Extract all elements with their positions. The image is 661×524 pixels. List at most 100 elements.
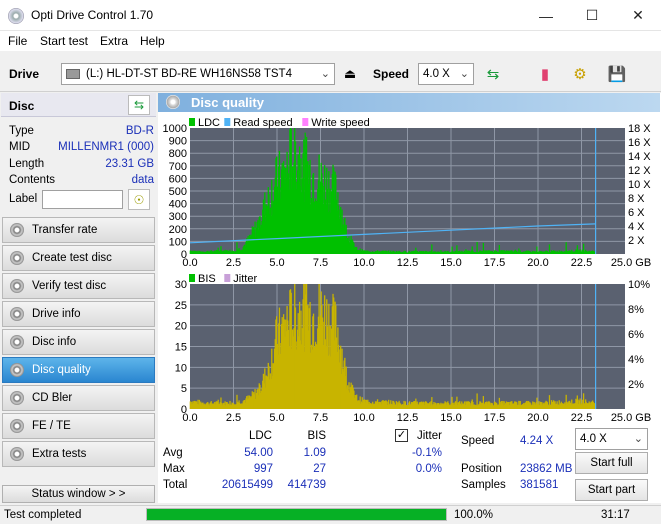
y2-tick-label: 6 X — [628, 207, 645, 219]
minimize-button[interactable]: — — [523, 0, 569, 31]
test-speed-value: 4.0 X — [580, 433, 607, 445]
y2-tick-label: 14 X — [628, 151, 651, 163]
test-speed-select[interactable]: 4.0 X ⌄ — [575, 428, 648, 450]
x-tick-label: 10.0 — [353, 412, 374, 424]
start-full-button[interactable]: Start full — [575, 452, 648, 474]
erase-button[interactable]: ▮ — [532, 61, 558, 87]
disc-label-input[interactable] — [42, 190, 123, 209]
x-tick-label: 2.5 — [226, 412, 241, 424]
disc-icon — [10, 279, 24, 293]
position-value: 23862 MB — [520, 463, 573, 475]
x-tick-label: 22.5 — [571, 412, 592, 424]
eject-button[interactable]: ⏏ — [337, 61, 363, 87]
y2-tick-label: 10 X — [628, 179, 651, 191]
settings-button[interactable]: ⚙ — [567, 61, 593, 87]
disc-icon — [10, 391, 24, 405]
x-tick-label: 15.0 — [440, 257, 461, 269]
menu-file[interactable]: File — [8, 34, 27, 48]
nav-label: Disc info — [32, 336, 77, 348]
position-label: Position — [461, 463, 502, 475]
speed-label: Speed — [373, 67, 410, 81]
speed-stat-label: Speed — [461, 435, 495, 447]
stats-max-bis: 27 — [313, 463, 326, 475]
y-tick-label: 0 — [181, 249, 187, 261]
y2-tick-label: 10% — [628, 279, 650, 291]
stats-avg-jitter: -0.1% — [411, 447, 442, 459]
nav-label: FE / TE — [32, 420, 71, 432]
eject-icon: ⏏ — [343, 66, 357, 81]
nav-create-test-disc[interactable]: Create test disc — [2, 245, 155, 271]
ldc-chart: 0.0 2.5 5.0 7.5 10.0 12.5 15.0 17.5 20.0 22.5 25.0… — [163, 117, 652, 269]
menu-extra[interactable]: Extra — [100, 34, 128, 48]
nav-drive-info[interactable]: Drive info — [2, 301, 155, 327]
x-tick-label: 22.5 — [571, 257, 592, 269]
disc-icon — [10, 363, 24, 377]
stats-max-ldc: 997 — [253, 463, 273, 475]
x-tick-label: 17.5 — [484, 257, 505, 269]
nav-extra-tests[interactable]: Extra tests — [2, 441, 155, 467]
y-tick-label: 20 — [175, 321, 187, 333]
stats-total-bis: 414739 — [287, 479, 326, 491]
nav-label: CD Bler — [32, 392, 73, 404]
x-tick-label: 10.0 — [353, 257, 374, 269]
stats-max-jitter: 0.0% — [415, 463, 442, 475]
chevron-down-icon: ⌄ — [459, 68, 469, 80]
progress-bar — [146, 508, 447, 521]
legend-swatch — [189, 118, 195, 126]
y2-tick-label: 18 X — [628, 123, 651, 135]
menu-help[interactable]: Help — [140, 34, 165, 48]
x-tick-label: 15.0 — [440, 412, 461, 424]
drive-select[interactable]: (L:) HL-DT-ST BD-RE WH16NS58 TST4 ⌄ — [61, 63, 335, 85]
speed-select[interactable]: 4.0 X ⌄ — [418, 63, 474, 85]
status-text: Test completed — [4, 509, 82, 521]
progress-text: 100.0% — [454, 509, 494, 521]
window-title: Opti Drive Control 1.70 — [31, 8, 154, 22]
nav-fe-te[interactable]: FE / TE — [2, 413, 155, 439]
disc-contents-label: Contents — [9, 174, 56, 186]
start-part-button[interactable]: Start part — [575, 479, 648, 501]
x-tick-label: 20.0 — [527, 412, 548, 424]
y-tick-label: 10 — [175, 362, 187, 374]
x-tick-label: 25.0 GB — [611, 257, 651, 269]
stats-max-label: Max — [163, 463, 185, 475]
nav-cd-bler[interactable]: CD Bler — [2, 385, 155, 411]
panel-title: Disc quality — [158, 93, 660, 112]
y-tick-label: 15 — [175, 342, 187, 354]
disc-label-button[interactable]: ☉ — [128, 189, 150, 210]
jitter-checkbox[interactable]: ✓ — [395, 429, 408, 442]
stats-avg-ldc: 54.00 — [244, 447, 273, 459]
disc-icon — [10, 419, 24, 433]
y2-tick-label: 16 X — [628, 137, 651, 149]
samples-label: Samples — [461, 479, 506, 491]
y2-tick-label: 12 X — [628, 165, 651, 177]
close-button[interactable]: ✕ — [615, 0, 661, 31]
label-edit-icon: ☉ — [133, 192, 145, 207]
nav-verify-test-disc[interactable]: Verify test disc — [2, 273, 155, 299]
disc-icon — [10, 223, 24, 237]
maximize-button[interactable]: ☐ — [569, 0, 615, 31]
y2-tick-label: 2 X — [628, 235, 645, 247]
status-window-button[interactable]: Status window > > — [2, 485, 155, 503]
nav-disc-quality[interactable]: Disc quality — [2, 357, 155, 383]
y2-tick-label: 8 X — [628, 193, 645, 205]
disc-quality-charts: 0.0 2.5 5.0 7.5 10.0 12.5 15.0 17.5 20.0 22.5 25.0… — [163, 117, 652, 424]
samples-value: 381581 — [520, 479, 559, 491]
stats-avg-label: Avg — [163, 447, 183, 459]
nav-label: Disc quality — [32, 364, 91, 376]
disc-quality-icon — [166, 95, 180, 109]
legend-label: Write speed — [311, 117, 370, 129]
disc-type-value: BD-R — [125, 125, 154, 137]
disc-refresh-button[interactable]: ⇆ — [128, 95, 150, 115]
x-tick-label: 12.5 — [397, 412, 418, 424]
chevron-down-icon: ⌄ — [633, 433, 643, 445]
x-tick-label: 7.5 — [313, 257, 328, 269]
refresh-button[interactable]: ⇆ — [480, 61, 506, 87]
nav-disc-info[interactable]: Disc info — [2, 329, 155, 355]
legend-label: Read speed — [233, 117, 292, 129]
save-button[interactable]: 💾 — [604, 61, 630, 87]
y-tick-label: 800 — [169, 148, 187, 160]
y-tick-label: 300 — [169, 211, 187, 223]
disc-icon — [10, 335, 24, 349]
nav-transfer-rate[interactable]: Transfer rate — [2, 217, 155, 243]
menu-start-test[interactable]: Start test — [40, 34, 88, 48]
